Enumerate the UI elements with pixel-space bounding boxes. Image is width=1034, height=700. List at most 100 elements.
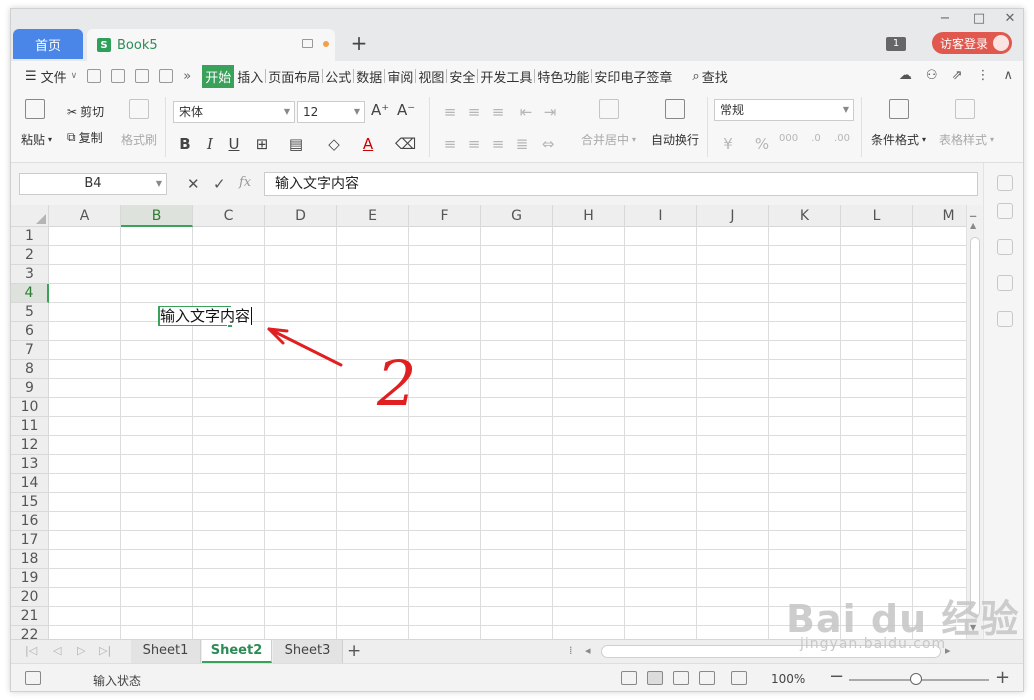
row-header[interactable]: 19 <box>11 569 49 588</box>
decrease-font-icon[interactable]: A⁻ <box>397 101 415 119</box>
tab-page-layout[interactable]: 页面布局 <box>267 65 321 88</box>
align-bottom-icon[interactable]: ≡ <box>489 103 507 121</box>
properties-icon[interactable] <box>997 239 1013 255</box>
row-header[interactable]: 7 <box>11 341 49 360</box>
monitor-icon[interactable] <box>302 39 313 48</box>
sheet-tab-sheet2[interactable]: Sheet2 <box>202 640 272 663</box>
cut-button[interactable]: ✂ 剪切 <box>67 103 104 120</box>
cloud-icon[interactable]: ☁ <box>899 68 912 83</box>
cancel-icon[interactable]: ✕ <box>187 175 200 193</box>
eye-protection-icon[interactable] <box>731 671 747 685</box>
confirm-icon[interactable]: ✓ <box>213 175 226 193</box>
zoom-in-button[interactable]: + <box>995 667 1010 688</box>
row-header[interactable]: 17 <box>11 531 49 550</box>
collapse-ribbon-icon[interactable]: ∧ <box>1003 68 1013 83</box>
sheet-tab-sheet3[interactable]: Sheet3 <box>273 640 343 663</box>
window-count-badge[interactable]: 1 <box>886 37 906 51</box>
vertical-scroll-thumb[interactable] <box>970 237 980 617</box>
thousands-separator-icon[interactable]: 000 <box>779 133 798 144</box>
row-header[interactable]: 16 <box>11 512 49 531</box>
column-header[interactable]: G <box>481 205 553 227</box>
align-top-icon[interactable]: ≡ <box>441 103 459 121</box>
vertical-scrollbar[interactable]: ▁ ▲ ▼ <box>966 205 982 639</box>
more-options-icon[interactable]: ⋮ <box>976 68 989 83</box>
macro-record-icon[interactable] <box>25 671 41 685</box>
column-header[interactable]: C <box>193 205 265 227</box>
file-menu[interactable]: ☰ 文件 ∨ <box>25 67 77 86</box>
merge-center-button[interactable]: 合并居中 ▾ <box>581 131 636 148</box>
row-header[interactable]: 15 <box>11 493 49 512</box>
zoom-out-button[interactable]: − <box>829 666 844 687</box>
row-header[interactable]: 22 <box>11 626 49 639</box>
scroll-up-icon[interactable]: ▲ <box>970 221 976 230</box>
row-header[interactable]: 21 <box>11 607 49 626</box>
font-name-select[interactable]: 宋体 ▼ <box>173 101 295 123</box>
italic-icon[interactable]: I <box>201 135 219 153</box>
row-header[interactable]: 18 <box>11 550 49 569</box>
format-painter-icon[interactable] <box>129 99 149 119</box>
column-header[interactable]: B <box>121 205 193 227</box>
zoom-slider-thumb[interactable] <box>910 673 922 685</box>
fullscreen-icon[interactable] <box>621 671 637 685</box>
table-style-icon[interactable] <box>955 99 975 119</box>
column-header[interactable]: E <box>337 205 409 227</box>
help-icon[interactable] <box>997 275 1013 291</box>
spreadsheet-grid[interactable]: ABCDEFGHIJKLM 1 2 3 4 5 6 7 8 9 10 11 12 13 14 15 16 17 1… <box>11 205 966 639</box>
percent-icon[interactable]: % <box>753 135 771 153</box>
tab-features[interactable]: 特色功能 <box>536 65 590 88</box>
justify-icon[interactable]: ≣ <box>513 135 531 153</box>
paste-button[interactable]: 粘贴 ▾ <box>21 131 52 148</box>
clear-format-icon[interactable]: ⌫ <box>395 135 416 153</box>
print-preview-icon[interactable] <box>159 69 174 83</box>
scroll-left-icon[interactable]: ◂ <box>585 644 591 657</box>
normal-view-icon[interactable] <box>647 671 663 685</box>
save-icon[interactable] <box>87 69 102 83</box>
tab-data[interactable]: 数据 <box>355 65 383 88</box>
name-box[interactable]: B4 ▼ <box>19 173 167 195</box>
row-header[interactable]: 5 <box>11 303 49 322</box>
select-tool-icon[interactable] <box>997 203 1013 219</box>
row-header[interactable]: 14 <box>11 474 49 493</box>
cell-style-icon[interactable]: ▤ <box>287 135 305 153</box>
distributed-icon[interactable]: ⇔ <box>539 135 557 153</box>
table-style-button[interactable]: 表格样式 ▾ <box>939 131 994 148</box>
collaborate-icon[interactable]: ⚇ <box>926 68 938 83</box>
tab-formulas[interactable]: 公式 <box>324 65 352 88</box>
insert-function-icon[interactable]: fx <box>239 175 251 190</box>
prev-sheet-icon[interactable]: ◁ <box>53 644 61 657</box>
next-sheet-icon[interactable]: ▷ <box>77 644 85 657</box>
add-sheet-button[interactable]: + <box>347 641 361 661</box>
paste-icon[interactable] <box>25 99 45 119</box>
tab-review[interactable]: 审阅 <box>386 65 414 88</box>
indent-icon[interactable]: ⇥ <box>541 103 559 121</box>
fill-color-icon[interactable]: ◇ <box>325 135 343 153</box>
conditional-format-icon[interactable] <box>889 99 909 119</box>
tab-start[interactable]: 开始 <box>202 64 235 88</box>
tab-developer[interactable]: 开发工具 <box>479 65 533 88</box>
row-header[interactable]: 3 <box>11 265 49 284</box>
row-header[interactable]: 8 <box>11 360 49 379</box>
row-header[interactable]: 1 <box>11 227 49 246</box>
column-header[interactable]: J <box>697 205 769 227</box>
column-header[interactable]: M <box>913 205 966 227</box>
align-center-icon[interactable]: ≡ <box>465 135 483 153</box>
row-header[interactable]: 6 <box>11 322 49 341</box>
increase-font-icon[interactable]: A⁺ <box>371 101 389 119</box>
conditional-format-button[interactable]: 条件格式 ▾ <box>871 131 926 148</box>
tab-document[interactable]: S Book5 <box>87 29 335 61</box>
undo-icon[interactable] <box>111 69 126 83</box>
tab-e-signature[interactable]: 安印电子签章 <box>593 65 673 88</box>
underline-icon[interactable]: U <box>225 135 243 153</box>
format-painter-button[interactable]: 格式刷 <box>121 131 157 148</box>
decrease-decimal-icon[interactable]: .00 <box>833 133 851 144</box>
reading-mode-icon[interactable] <box>699 671 715 685</box>
align-middle-icon[interactable]: ≡ <box>465 103 483 121</box>
zoom-level[interactable]: 100% <box>771 672 805 686</box>
row-header[interactable]: 11 <box>11 417 49 436</box>
column-header[interactable]: I <box>625 205 697 227</box>
scroll-top-icon[interactable]: ▁ <box>970 208 976 217</box>
font-size-select[interactable]: 12 ▼ <box>297 101 365 123</box>
row-header[interactable]: 20 <box>11 588 49 607</box>
increase-decimal-icon[interactable]: .0 <box>807 133 825 144</box>
merge-center-icon[interactable] <box>599 99 619 119</box>
